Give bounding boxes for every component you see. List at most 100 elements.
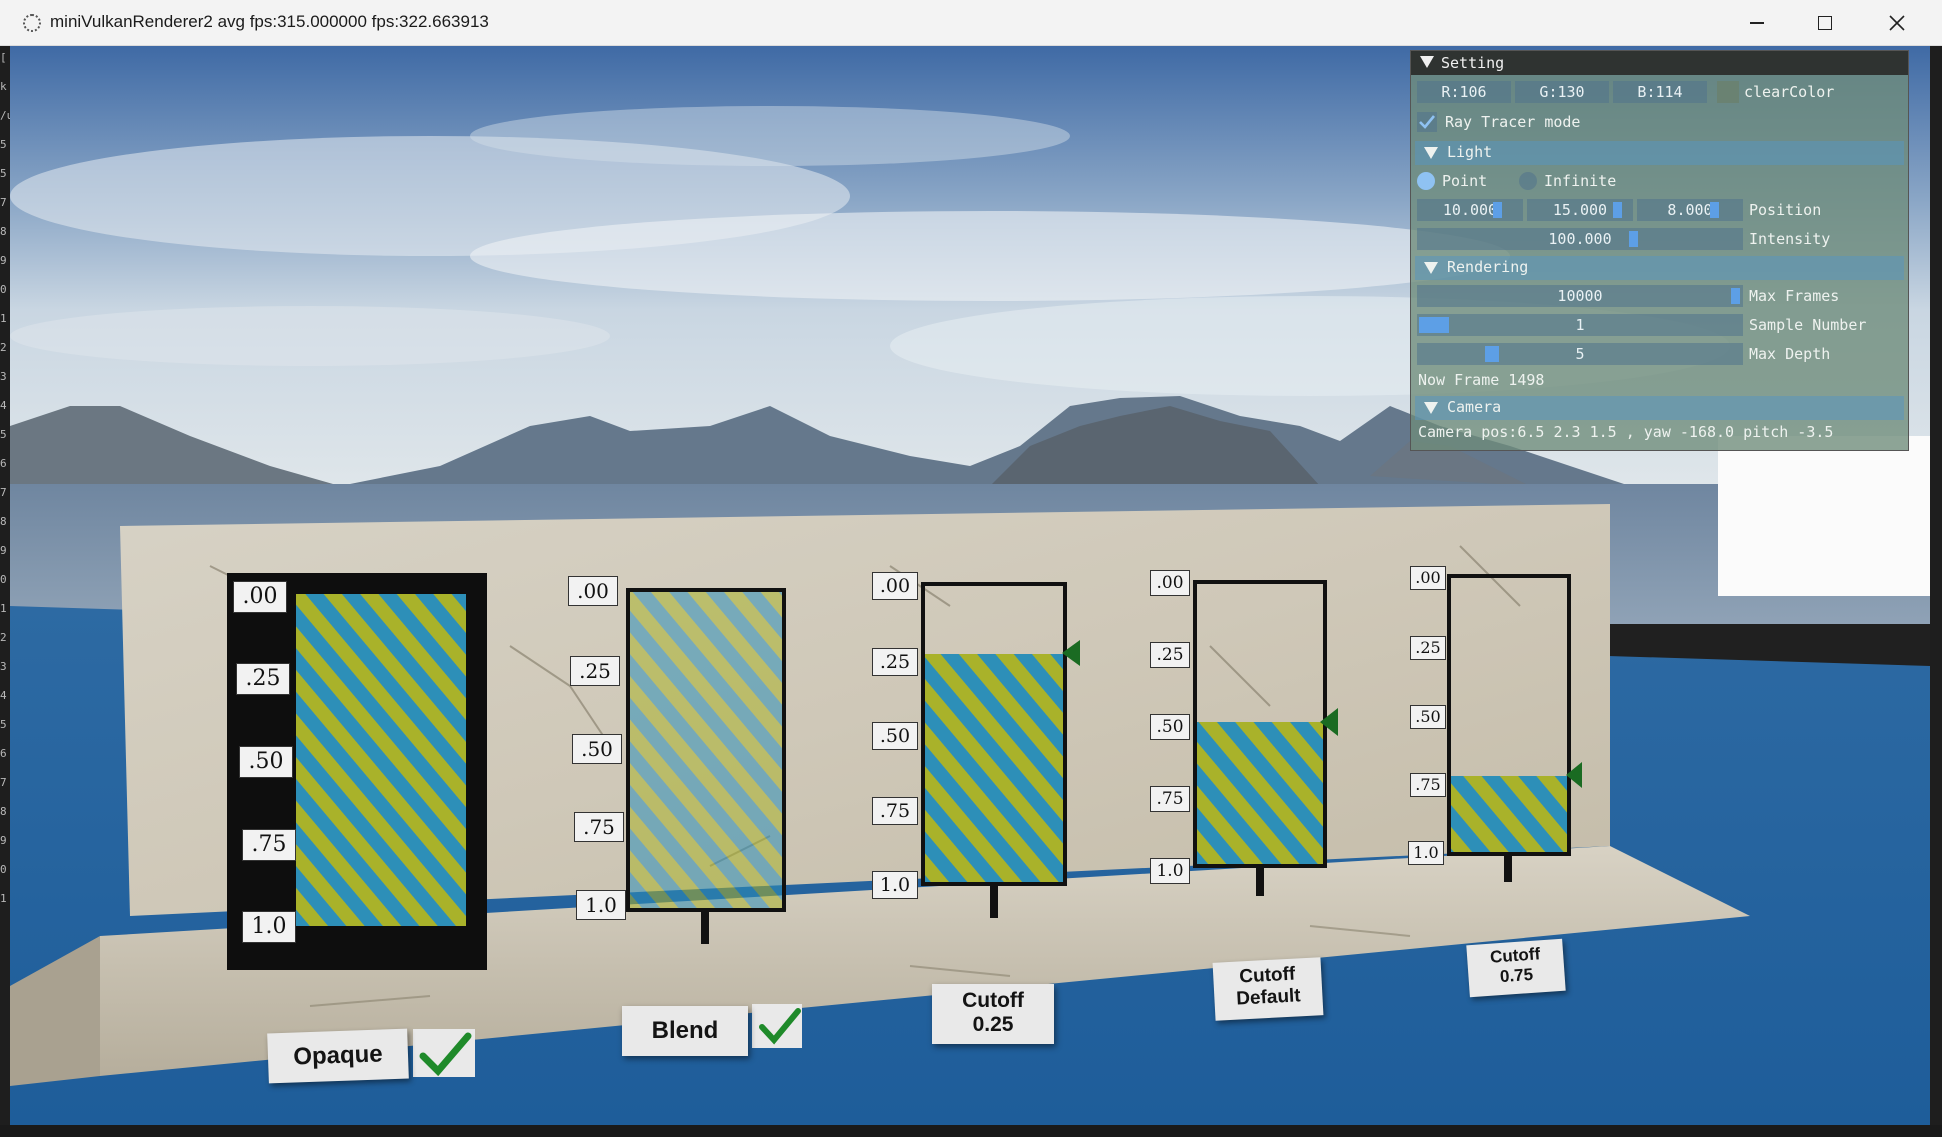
clear-color-b-field[interactable]: B:114 xyxy=(1613,81,1707,103)
opaque-scale-label-050: .50 xyxy=(239,746,293,778)
plaque-cutoff-default-line2: Default xyxy=(1235,985,1302,1010)
cutoffdefault-scale-label-100: 1.0 xyxy=(1150,858,1190,884)
title-bar[interactable]: miniVulkanRenderer2 avg fps:315.000000 f… xyxy=(0,0,1942,46)
max-depth-slider[interactable]: 5 xyxy=(1417,343,1743,365)
light-type-row: Point Infinite xyxy=(1411,170,1908,196)
clear-color-swatch[interactable] xyxy=(1717,81,1739,103)
slider-grab[interactable] xyxy=(1493,202,1502,218)
slider-grab[interactable] xyxy=(1419,317,1449,333)
light-point-radio[interactable] xyxy=(1417,172,1435,190)
sample-number-value: 1 xyxy=(1575,316,1585,334)
light-position-y-value: 15.000 xyxy=(1552,201,1608,219)
light-intensity-label: Intensity xyxy=(1749,230,1831,248)
strip-line-number: k xyxy=(0,80,7,93)
cutoffdefault-scale-label-075: .75 xyxy=(1150,786,1190,812)
light-intensity-slider[interactable]: 100.000 xyxy=(1417,228,1743,250)
blend-scale-label-025: .25 xyxy=(570,656,620,686)
opaque-scale-label-075: .75 xyxy=(242,829,296,861)
collapse-triangle-icon xyxy=(1424,147,1438,159)
light-position-x-value: 10.000 xyxy=(1442,201,1498,219)
sample-number-label: Sample Number xyxy=(1749,316,1867,334)
strip-line-number: 6 xyxy=(0,457,7,470)
app-icon xyxy=(23,14,41,32)
collapse-triangle-icon[interactable] xyxy=(1420,56,1434,68)
settings-header[interactable]: Setting xyxy=(1411,51,1908,75)
cutoff025-scale-label-100: 1.0 xyxy=(872,871,918,899)
light-position-y-slider[interactable]: 15.000 xyxy=(1527,199,1633,221)
max-frames-row: 10000 Max Frames xyxy=(1411,285,1908,311)
ray-tracer-label: Ray Tracer mode xyxy=(1445,113,1581,131)
strip-line-number: 4 xyxy=(0,399,7,412)
slider-grab[interactable] xyxy=(1731,288,1740,304)
cutoff025-scale-label-025: .25 xyxy=(872,648,918,676)
close-icon xyxy=(1889,15,1905,31)
max-depth-value: 5 xyxy=(1575,345,1585,363)
checkmark-icon xyxy=(1419,115,1436,129)
strip-line-number: 6 xyxy=(0,747,7,760)
cutoffdefault-scale-label-000: .00 xyxy=(1150,570,1190,596)
minimize-button[interactable] xyxy=(1722,0,1792,46)
max-frames-slider[interactable]: 10000 xyxy=(1417,285,1743,307)
slider-grab[interactable] xyxy=(1613,202,1622,218)
cutoffdefault-scale-label-050: .50 xyxy=(1150,714,1190,740)
opaque-scale-label-025: .25 xyxy=(236,663,290,695)
light-position-z-slider[interactable]: 8.000 xyxy=(1637,199,1743,221)
maximize-button[interactable] xyxy=(1790,0,1860,46)
plaque-cutoff-025-line2: 0.25 xyxy=(972,1013,1014,1037)
camera-section-header[interactable]: Camera xyxy=(1415,396,1904,420)
camera-info-text: Camera pos:6.5 2.3 1.5 , yaw -168.0 pitc… xyxy=(1418,423,1834,441)
cutoff025-scale-label-000: .00 xyxy=(872,572,918,600)
strip-line-number: 0 xyxy=(0,283,7,296)
plaque-blend: Blend xyxy=(622,1006,748,1056)
slider-grab[interactable] xyxy=(1629,231,1638,247)
plaque-cutoff-025-line1: Cutoff xyxy=(962,989,1024,1012)
light-section-header[interactable]: Light xyxy=(1415,141,1904,165)
rendering-section-header[interactable]: Rendering xyxy=(1415,256,1904,280)
light-position-label: Position xyxy=(1749,201,1822,219)
bottom-edge xyxy=(0,1125,1942,1137)
blend-scale-label-075: .75 xyxy=(574,812,624,842)
settings-title: Setting xyxy=(1441,54,1505,72)
sample-number-slider[interactable]: 1 xyxy=(1417,314,1743,336)
strip-line-number: 5 xyxy=(0,138,7,151)
clear-color-row: R:106 G:130 B:114 clearColor xyxy=(1411,81,1908,107)
ray-tracer-checkbox[interactable] xyxy=(1417,112,1437,132)
strip-line-number: 2 xyxy=(0,631,7,644)
slider-grab[interactable] xyxy=(1485,346,1499,362)
strip-line-number: 5 xyxy=(0,718,7,731)
plaque-cutoff-025: Cutoff 0.25 xyxy=(932,984,1054,1044)
strip-line-number: 2 xyxy=(0,341,7,354)
light-section-label: Light xyxy=(1447,143,1493,161)
strip-line-number: 9 xyxy=(0,834,7,847)
strip-line-number: 1 xyxy=(0,602,7,615)
slider-grab[interactable] xyxy=(1710,202,1719,218)
close-button[interactable] xyxy=(1862,0,1932,46)
clear-color-r-field[interactable]: R:106 xyxy=(1417,81,1511,103)
light-infinite-radio[interactable] xyxy=(1519,172,1537,190)
collapse-triangle-icon xyxy=(1424,262,1438,274)
strip-line-number: 0 xyxy=(0,863,7,876)
rendering-section-label: Rendering xyxy=(1447,258,1529,276)
collapse-triangle-icon xyxy=(1424,402,1438,414)
strip-line-number: 3 xyxy=(0,660,7,673)
light-intensity-value: 100.000 xyxy=(1548,230,1612,248)
strip-line-number: /u xyxy=(0,109,10,122)
plaque-cutoff-075: Cutoff 0.75 xyxy=(1466,938,1566,998)
cutoffdefault-scale-label-025: .25 xyxy=(1150,642,1190,668)
cutoff025-scale-label-075: .75 xyxy=(872,797,918,825)
clear-color-g-field[interactable]: G:130 xyxy=(1515,81,1609,103)
max-depth-label: Max Depth xyxy=(1749,345,1831,363)
blend-scale-label-000: .00 xyxy=(568,576,618,606)
light-position-x-slider[interactable]: 10.000 xyxy=(1417,199,1523,221)
max-frames-value: 10000 xyxy=(1557,287,1603,305)
window-title: miniVulkanRenderer2 avg fps:315.000000 f… xyxy=(50,12,489,31)
light-point-label: Point xyxy=(1442,172,1488,190)
background-window-strip: [k/u 5 5 7 8 9 0 1 2 3 4 5 6 7 8 9 0 1 2 3 4 5 6 7 8 9 0 1 xyxy=(0,46,10,1137)
minimize-icon xyxy=(1750,22,1764,24)
max-depth-row: 5 Max Depth xyxy=(1411,343,1908,369)
cutoff075-scale-label-050: .50 xyxy=(1410,705,1446,729)
settings-panel[interactable]: Setting R:106 G:130 B:114 clearColor Ray… xyxy=(1410,50,1909,451)
strip-line-number: 7 xyxy=(0,776,7,789)
light-intensity-row: 100.000 Intensity xyxy=(1411,228,1908,254)
background-window-strip-right xyxy=(1930,46,1942,1137)
